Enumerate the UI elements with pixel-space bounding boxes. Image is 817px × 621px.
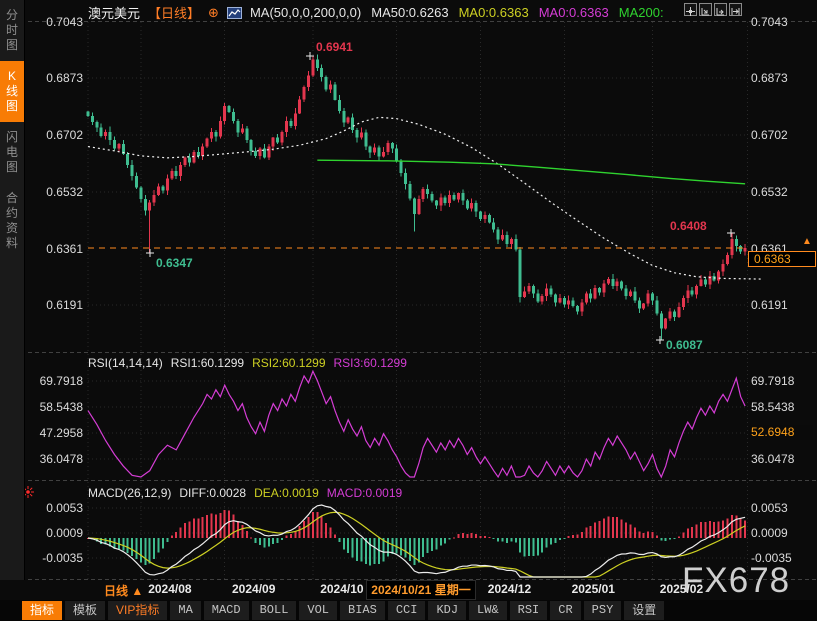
axis-label: -0.0035 [25, 551, 83, 565]
toolbar-item-lwr[interactable]: LW& [469, 601, 507, 620]
sidebar-item-contract-info[interactable]: 合 约 资 料 [0, 183, 24, 259]
toolbar-item-template[interactable]: 模板 [65, 601, 105, 620]
macd-value: DIFF:0.0028 [179, 486, 246, 500]
chart-mode-sidebar: 分 时 图K 线 图闪 电 图合 约 资 料 [0, 0, 25, 580]
axis-label: 0.6873 [25, 71, 83, 85]
toolbar-item-vol[interactable]: VOL [299, 601, 337, 620]
toolbar-item-bias[interactable]: BIAS [340, 601, 385, 620]
date-tick-label: 2024/08 [135, 582, 205, 596]
pan-icon[interactable] [684, 3, 697, 16]
axis-label: 0.6191 [751, 298, 815, 312]
axis-label: 36.0478 [751, 452, 815, 466]
chart-header: 澳元美元 【日线】 ⊕ MA(50,0,0,200,0,0) MA50:0.626… [88, 3, 664, 22]
rsi-panel-header: RSI(14,14,14) RSI1:60.1299 RSI2:60.1299 RSI… [88, 356, 407, 370]
price-marker-arrow-icon: ▲ [802, 236, 812, 247]
price-annotation: 0.6941 [316, 40, 353, 54]
ma-value: MA200: [619, 5, 664, 20]
sidebar-item-flash-chart[interactable]: 闪 电 图 [0, 122, 24, 183]
date-tick-label: 2024/09 [219, 582, 289, 596]
axis-label: 0.0009 [751, 526, 815, 540]
axis-label: 36.0478 [25, 452, 83, 466]
add-indicator-icon[interactable]: ⊕ [208, 5, 219, 21]
indicator-toolbar: 指标模板VIP指标MAMACDBOLLVOLBIASCCIKDJLW&RSICR… [0, 600, 817, 621]
fit-horizontal-icon[interactable] [699, 3, 712, 16]
macd-panel-header: MACD(26,12,9) DIFF:0.0028 DEA:0.0019 MACD:0… [88, 486, 402, 500]
rsi-value: RSI2:60.1299 [252, 356, 325, 370]
toolbar-item-settings[interactable]: 设置 [624, 601, 664, 620]
macd-value: MACD(26,12,9) [88, 486, 171, 500]
rsi-value: RSI(14,14,14) [88, 356, 163, 370]
axis-label: 0.7043 [25, 15, 83, 29]
trading-terminal: 分 时 图K 线 图闪 电 图合 约 资 料 澳元美元 【日线】 ⊕ MA(50… [0, 0, 817, 621]
ma-value: MA(50,0,0,200,0,0) [250, 5, 361, 20]
rsi-value: RSI1:60.1299 [171, 356, 244, 370]
toolbar-item-indicator[interactable]: 指标 [22, 601, 62, 620]
axis-label: 0.6702 [751, 128, 815, 142]
toolbar-item-rsi[interactable]: RSI [510, 601, 548, 620]
rsi-value: RSI3:60.1299 [334, 356, 407, 370]
chart-type-icon[interactable] [227, 7, 242, 19]
axis-label: 0.6532 [751, 185, 815, 199]
price-annotation: 0.6408 [670, 219, 707, 233]
symbol-name: 澳元美元 [88, 3, 140, 22]
crosshair-date: 2024/10/21 星期一 [366, 580, 476, 600]
axis-label: 0.6191 [25, 298, 83, 312]
toolbar-item-macd[interactable]: MACD [204, 601, 249, 620]
axis-label: 0.0053 [751, 501, 815, 515]
fit-vertical-icon[interactable] [714, 3, 727, 16]
sidebar-item-time-chart[interactable]: 分 时 图 [0, 0, 24, 61]
window-controls [684, 3, 742, 16]
ma-values: MA(50,0,0,200,0,0) MA50:0.6263 MA0:0.6363 M… [250, 5, 664, 20]
date-tick-label: 2025/01 [558, 582, 628, 596]
axis-label: 0.6532 [25, 185, 83, 199]
rsi-value-marker: 52.6948 [749, 425, 813, 440]
price-annotation: 0.6087 [666, 338, 703, 352]
axis-label: 58.5438 [751, 400, 815, 414]
toolbar-item-boll[interactable]: BOLL [252, 601, 297, 620]
ma-value: MA0:0.6363 [459, 5, 529, 20]
axis-label: 0.0009 [25, 526, 83, 540]
axis-label: 47.2958 [25, 426, 83, 440]
axis-label: 58.5438 [25, 400, 83, 414]
axis-label: 0.6873 [751, 71, 815, 85]
toolbar-item-cr[interactable]: CR [550, 601, 580, 620]
toolbar-item-psy[interactable]: PSY [584, 601, 622, 620]
date-tick-label: 2024/12 [474, 582, 544, 596]
toolbar-item-ma[interactable]: MA [170, 601, 200, 620]
axis-label: 0.6361 [25, 242, 83, 256]
price-annotation: 0.6347 [156, 256, 193, 270]
period-badge: 【日线】 [148, 3, 200, 22]
ma-value: MA50:0.6263 [371, 5, 448, 20]
toolbar-item-vip-indicator[interactable]: VIP指标 [108, 601, 167, 620]
axis-label: 0.7043 [751, 15, 815, 29]
ma-value: MA0:0.6363 [539, 5, 609, 20]
sidebar-item-kline-chart[interactable]: K 线 图 [0, 61, 24, 122]
watermark: FX678 [682, 561, 790, 601]
macd-value: MACD:0.0019 [327, 486, 402, 500]
last-price-marker: 0.6363 [748, 251, 816, 267]
macd-value: DEA:0.0019 [254, 486, 319, 500]
axis-label: 0.6702 [25, 128, 83, 142]
toolbar-item-kdj[interactable]: KDJ [428, 601, 466, 620]
axis-label: 69.7918 [25, 374, 83, 388]
axis-label: 69.7918 [751, 374, 815, 388]
toolbar-item-cci[interactable]: CCI [388, 601, 426, 620]
expand-right-icon[interactable] [729, 3, 742, 16]
